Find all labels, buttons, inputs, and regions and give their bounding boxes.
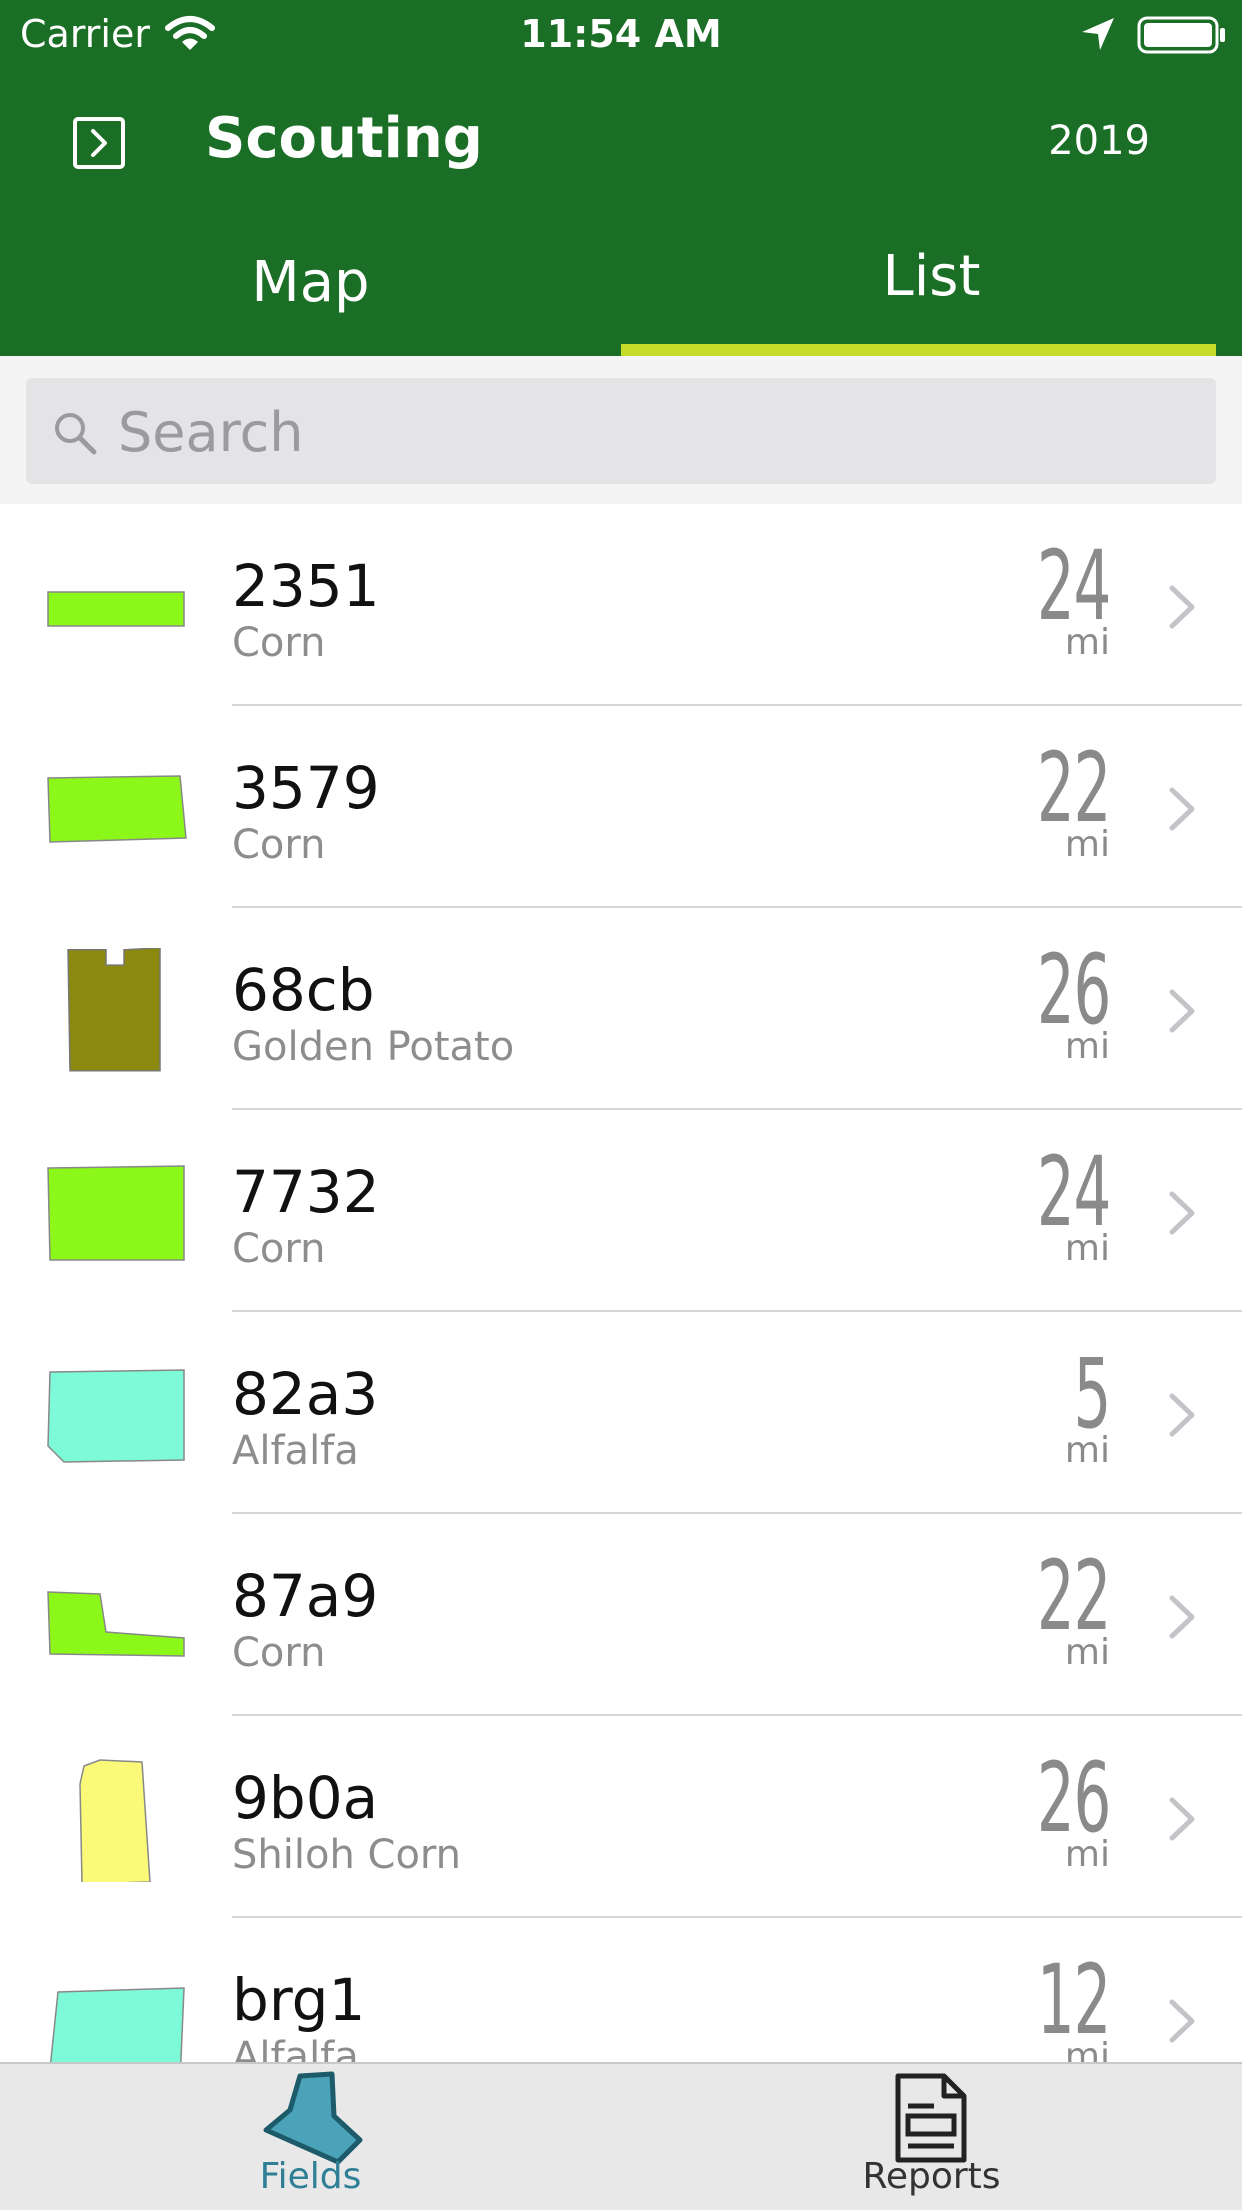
- field-boundary-icon: [49, 1987, 185, 2062]
- field-crop: Shiloh Corn: [232, 1832, 462, 1878]
- field-name: 87a9: [232, 1562, 379, 1630]
- search-icon: [52, 410, 98, 460]
- view-tabs: Map List: [0, 230, 1242, 356]
- report-icon: [895, 2073, 966, 2163]
- field-boundary-icon: [79, 1759, 151, 1882]
- status-bar: Carrier 11:54 AM: [0, 0, 1242, 70]
- chevron-right-icon: [1169, 1595, 1195, 1639]
- field-distance-unit: mi: [1064, 1228, 1110, 1269]
- tab-fields-label: Fields: [259, 2156, 362, 2197]
- search-box[interactable]: [26, 378, 1216, 486]
- tab-reports[interactable]: Reports: [621, 2064, 1242, 2210]
- field-row[interactable]: 82a3 Alfalfa 5 mi: [0, 1312, 1242, 1514]
- app-bar: Scouting 2019: [0, 70, 1242, 210]
- field-distance-unit: mi: [1064, 1430, 1110, 1471]
- chevron-right-icon: [1169, 1999, 1195, 2043]
- field-row[interactable]: 68cb Golden Potato 26 mi: [0, 908, 1242, 1110]
- field-crop: Corn: [232, 620, 326, 666]
- field-boundary-icon: [47, 1165, 185, 1261]
- field-distance-unit: mi: [1064, 622, 1110, 663]
- field-name: brg1: [232, 1966, 366, 2034]
- field-name: 9b0a: [232, 1764, 379, 1832]
- field-row[interactable]: brg1 Alfalfa 12 mi: [0, 1918, 1242, 2062]
- field-row[interactable]: 3579 Corn 22 mi: [0, 706, 1242, 908]
- field-boundary-shape: [47, 591, 185, 627]
- chevron-right-icon: [1169, 1797, 1195, 1841]
- field-name: 82a3: [232, 1360, 379, 1428]
- field-name: 2351: [232, 552, 380, 620]
- field-name: 7732: [232, 1158, 380, 1226]
- field-distance-unit: mi: [1064, 1632, 1110, 1673]
- field-boundary-icon: [47, 1369, 185, 1463]
- field-boundary-icon: [47, 775, 187, 843]
- search-input[interactable]: [116, 378, 1190, 486]
- chevron-right-icon: [1169, 787, 1195, 831]
- battery-icon: [1137, 16, 1227, 58]
- field-boundary-shape: [47, 775, 187, 843]
- field-crop: Alfalfa: [232, 2034, 359, 2062]
- location-arrow-icon: [1080, 16, 1116, 56]
- field-row[interactable]: 87a9 Corn 22 mi: [0, 1514, 1242, 1716]
- chevron-right-icon: [1169, 1191, 1195, 1235]
- search-bar: [0, 356, 1242, 506]
- field-boundary-shape: [79, 1759, 151, 1882]
- status-time: 11:54 AM: [520, 12, 722, 56]
- field-row[interactable]: 9b0a Shiloh Corn 26 mi: [0, 1716, 1242, 1918]
- chevron-right-icon: [1169, 1393, 1195, 1437]
- field-boundary-icon: [67, 948, 161, 1072]
- tab-fields[interactable]: Fields: [0, 2064, 621, 2210]
- field-boundary-icon: [47, 1591, 185, 1657]
- field-distance-unit: mi: [1064, 1026, 1110, 1067]
- tab-reports-label: Reports: [862, 2156, 1001, 2197]
- chevron-right-icon: [1169, 989, 1195, 1033]
- field-distance-unit: mi: [1064, 2036, 1110, 2062]
- chevron-right-icon: [1169, 585, 1195, 629]
- field-distance-unit: mi: [1064, 1834, 1110, 1875]
- field-row[interactable]: 7732 Corn 24 mi: [0, 1110, 1242, 1312]
- field-boundary-shape: [47, 1165, 185, 1261]
- field-row[interactable]: 2351 Corn 24 mi: [0, 504, 1242, 706]
- tab-map[interactable]: Map: [0, 230, 621, 356]
- season-year-selector[interactable]: 2019: [1048, 118, 1150, 164]
- field-name: 68cb: [232, 956, 375, 1024]
- app-header: Carrier 11:54 AM Scouting 2019 Map List: [0, 0, 1242, 356]
- field-boundary-shape: [49, 1987, 185, 2062]
- sidebar-toggle-icon[interactable]: [72, 116, 126, 170]
- tab-map-label: Map: [251, 250, 370, 315]
- field-boundary-shape: [47, 1591, 185, 1657]
- tab-list[interactable]: List: [621, 230, 1242, 356]
- field-crop: Corn: [232, 1226, 326, 1272]
- field-crop: Alfalfa: [232, 1428, 359, 1474]
- tab-list-label: List: [882, 244, 981, 309]
- field-boundary-shape: [67, 948, 161, 1072]
- bottom-tab-bar: Fields Reports: [0, 2062, 1242, 2210]
- field-distance-unit: mi: [1064, 824, 1110, 865]
- field-list: 2351 Corn 24 mi 3579 Corn 22 mi 68cb Gol…: [0, 504, 1242, 2062]
- field-crop: Golden Potato: [232, 1024, 515, 1070]
- field-crop: Corn: [232, 822, 326, 868]
- field-boundary-icon: [47, 591, 185, 627]
- field-crop: Corn: [232, 1630, 326, 1676]
- field-boundary-shape: [47, 1369, 185, 1463]
- field-name: 3579: [232, 754, 380, 822]
- active-tab-indicator: [621, 344, 1216, 356]
- page-title: Scouting: [205, 106, 483, 171]
- field-icon: [263, 2071, 362, 2165]
